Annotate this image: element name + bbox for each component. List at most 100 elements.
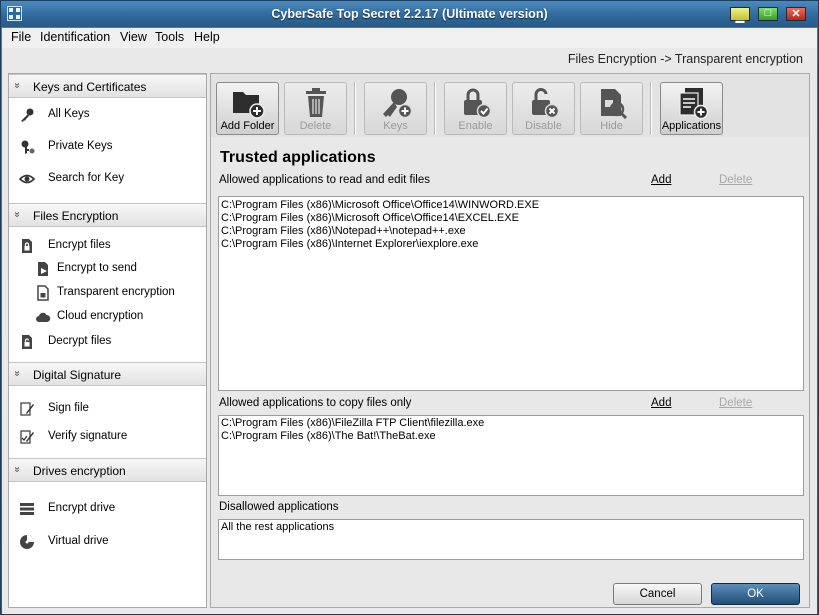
close-button[interactable]: ✕: [786, 7, 806, 21]
toolbar-separator: [354, 82, 356, 135]
list-item[interactable]: C:\Program Files (x86)\FileZilla FTP Cli…: [219, 417, 803, 430]
hide-label: Hide: [600, 120, 623, 132]
sidebar: » Keys and Certificates All Keys Private…: [8, 73, 207, 608]
sidebar-item-search-for-key[interactable]: Search for Key: [9, 167, 206, 191]
list-item[interactable]: All the rest applications: [219, 521, 803, 534]
app-window: CyberSafe Top Secret 2.2.17 (Ultimate ve…: [0, 0, 819, 615]
lock-check-icon: [464, 88, 492, 119]
sidebar-item-all-keys[interactable]: All Keys: [9, 103, 206, 127]
disable-label: Disable: [525, 120, 562, 132]
minimize-button[interactable]: ▁: [730, 7, 750, 23]
sidebar-item-encrypt-drive[interactable]: Encrypt drive: [9, 497, 206, 521]
list-item[interactable]: C:\Program Files (x86)\Notepad++\notepad…: [219, 225, 803, 238]
read-edit-delete-link[interactable]: Delete: [719, 174, 752, 186]
add-application-icon: [679, 88, 709, 120]
sidebar-item-label: Encrypt drive: [48, 502, 116, 514]
transparent-file-icon: [37, 285, 49, 301]
menu-identification[interactable]: Identification: [40, 30, 110, 44]
cloud-icon: [36, 312, 51, 322]
applications-button[interactable]: Applications: [660, 82, 723, 135]
toolbar-separator: [650, 82, 652, 135]
sidebar-item-label: Transparent encryption: [57, 286, 175, 298]
delete-label: Delete: [299, 120, 332, 132]
sidebar-item-encrypt-files[interactable]: Encrypt files: [9, 234, 206, 258]
sidebar-item-sign-file[interactable]: Sign file: [9, 397, 206, 421]
add-key-icon: [383, 89, 413, 119]
section-title: Files Encryption: [33, 209, 119, 223]
hide-file-icon: [601, 89, 628, 120]
copy-only-list[interactable]: C:\Program Files (x86)\FileZilla FTP Cli…: [218, 415, 804, 496]
check-pen-icon: [20, 430, 34, 444]
read-edit-list[interactable]: C:\Program Files (x86)\Microsoft Office\…: [218, 196, 804, 391]
unlock-x-icon: [532, 87, 560, 119]
sidebar-item-decrypt-files[interactable]: Decrypt files: [9, 330, 206, 354]
search-key-icon: [19, 174, 35, 184]
read-edit-add-link[interactable]: Add: [651, 174, 671, 186]
sidebar-item-label: Encrypt to send: [57, 262, 137, 274]
key-icon: [21, 108, 34, 122]
toolbar-separator: [434, 82, 436, 135]
ok-button[interactable]: OK: [711, 583, 800, 605]
sidebar-item-virtual-drive[interactable]: Virtual drive: [9, 530, 206, 554]
breadcrumb: Files Encryption -> Transparent encrypti…: [567, 52, 803, 66]
sidebar-item-label: Decrypt files: [48, 335, 112, 347]
applications-label: Applications: [661, 120, 722, 132]
list-item[interactable]: C:\Program Files (x86)\Microsoft Office\…: [219, 212, 803, 225]
add-folder-icon: [233, 92, 265, 119]
copy-only-delete-link[interactable]: Delete: [719, 397, 752, 409]
section-keys-and-certificates[interactable]: » Keys and Certificates: [9, 74, 206, 98]
menu-help[interactable]: Help: [194, 30, 220, 44]
enable-button[interactable]: Enable: [444, 82, 507, 135]
section-drives-encryption[interactable]: » Drives encryption: [9, 458, 206, 482]
section-digital-signature[interactable]: » Digital Signature: [9, 362, 206, 386]
virtual-drive-icon: [20, 535, 34, 549]
drive-icon: [20, 503, 34, 515]
trash-icon: [306, 88, 326, 117]
sidebar-item-label: Virtual drive: [48, 535, 109, 547]
sidebar-item-private-keys[interactable]: Private Keys: [9, 135, 206, 159]
sidebar-item-label: Verify signature: [48, 430, 128, 442]
sidebar-item-verify-signature[interactable]: Verify signature: [9, 425, 206, 449]
title-bar[interactable]: CyberSafe Top Secret 2.2.17 (Ultimate ve…: [1, 1, 818, 27]
main-panel: Add Folder Delete Keys Enable Disable Hi…: [210, 73, 810, 608]
maximize-button[interactable]: □: [758, 7, 778, 21]
sidebar-item-label: Search for Key: [48, 172, 125, 184]
chevron-down-icon: »: [11, 466, 23, 471]
copy-only-add-link[interactable]: Add: [651, 397, 671, 409]
sidebar-item-label: Encrypt files: [48, 239, 111, 251]
page-title: Trusted applications: [220, 149, 376, 166]
keys-button[interactable]: Keys: [364, 82, 427, 135]
hide-button[interactable]: Hide: [580, 82, 643, 135]
section-files-encryption[interactable]: » Files Encryption: [9, 203, 206, 227]
enable-label: Enable: [458, 120, 493, 132]
maximize-icon: □: [764, 7, 772, 19]
disable-button[interactable]: Disable: [512, 82, 575, 135]
copy-only-label: Allowed applications to copy files only: [219, 397, 412, 409]
keys-label: Keys: [383, 120, 408, 132]
list-item[interactable]: C:\Program Files (x86)\The Bat!\TheBat.e…: [219, 430, 803, 443]
add-folder-button[interactable]: Add Folder: [216, 82, 279, 135]
client-area: Files Encryption -> Transparent encrypti…: [2, 48, 817, 614]
sidebar-item-encrypt-to-send[interactable]: Encrypt to send: [9, 257, 206, 281]
cancel-button[interactable]: Cancel: [613, 583, 702, 605]
sidebar-item-transparent-encryption[interactable]: Transparent encryption: [9, 281, 206, 305]
sidebar-item-label: Cloud encryption: [57, 310, 144, 322]
delete-button[interactable]: Delete: [284, 82, 347, 135]
window-title: CyberSafe Top Secret 2.2.17 (Ultimate ve…: [271, 7, 548, 21]
chevron-down-icon: »: [11, 82, 23, 87]
disallowed-list[interactable]: All the rest applications: [218, 519, 804, 560]
menu-bar: File Identification View Tools Help: [2, 28, 817, 48]
sidebar-item-cloud-encryption[interactable]: Cloud encryption: [9, 305, 206, 329]
pen-icon: [20, 402, 34, 416]
list-item[interactable]: C:\Program Files (x86)\Internet Explorer…: [219, 238, 803, 251]
minimize-icon: ▁: [735, 11, 745, 23]
sidebar-item-label: Sign file: [48, 402, 89, 414]
menu-view[interactable]: View: [120, 30, 147, 44]
menu-tools[interactable]: Tools: [155, 30, 184, 44]
sidebar-item-label: All Keys: [48, 108, 90, 120]
chevron-down-icon: »: [11, 370, 23, 375]
sidebar-item-label: Private Keys: [48, 140, 113, 152]
section-title: Drives encryption: [33, 464, 126, 478]
menu-file[interactable]: File: [11, 30, 31, 44]
list-item[interactable]: C:\Program Files (x86)\Microsoft Office\…: [219, 199, 803, 212]
